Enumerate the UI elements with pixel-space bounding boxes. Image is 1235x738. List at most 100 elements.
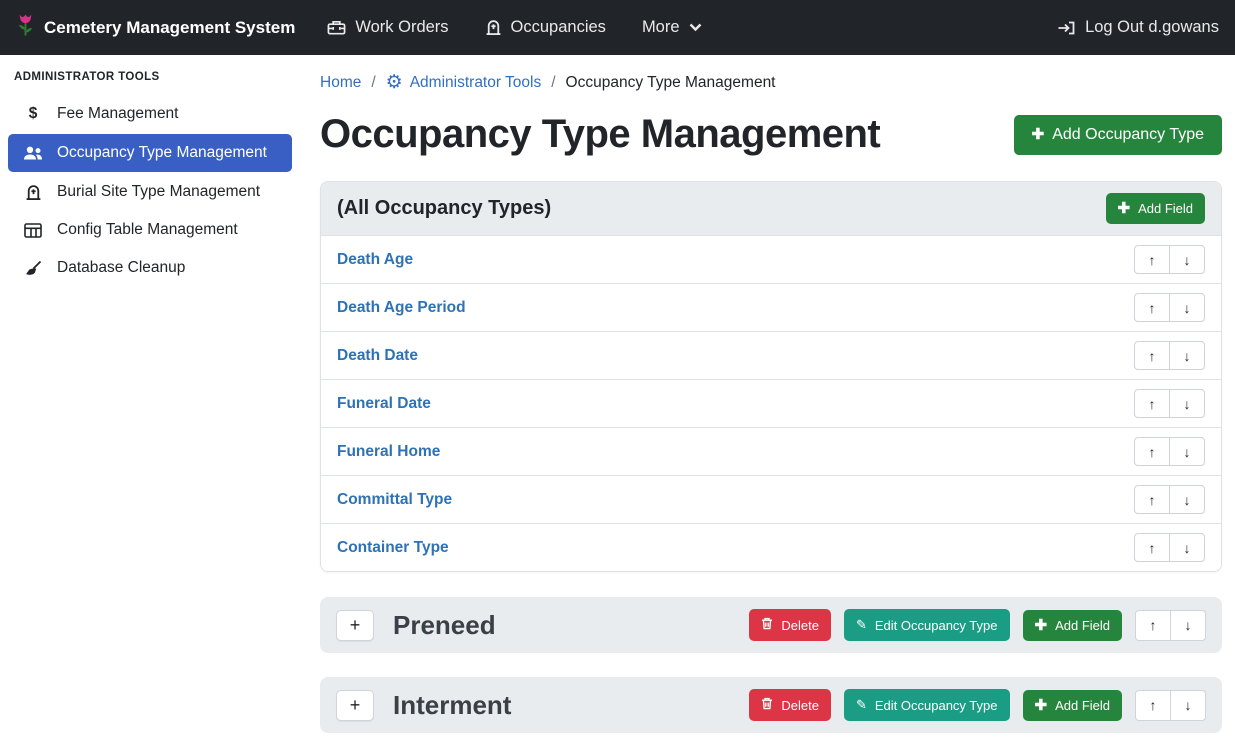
nav-more-label: More [642, 18, 680, 37]
field-link[interactable]: Funeral Date [337, 395, 431, 413]
move-down-button[interactable]: ↓ [1169, 293, 1205, 322]
section-interment: + Interment Delete ✎ Edit Occupancy Type [320, 677, 1222, 733]
reorder-group: ↑ ↓ [1134, 533, 1205, 562]
arrow-down-icon: ↓ [1184, 396, 1191, 412]
add-occupancy-type-label: Add Occupancy Type [1052, 126, 1204, 144]
trash-icon [761, 697, 773, 713]
breadcrumb: Home / ⚙ Administrator Tools / Occupancy… [320, 73, 1222, 92]
arrow-down-icon: ↓ [1184, 444, 1191, 460]
pencil-icon: ✎ [856, 617, 867, 633]
logout-label: Log Out d.gowans [1085, 18, 1219, 37]
section-title: Preneed [393, 610, 496, 641]
field-row-death-age-period: Death Age Period ↑ ↓ [321, 283, 1221, 331]
plus-icon: ✚ [1035, 618, 1048, 633]
breadcrumb-home[interactable]: Home [320, 74, 361, 92]
plus-icon: ✚ [1035, 698, 1048, 713]
reorder-group: ↑ ↓ [1134, 293, 1205, 322]
dollar-icon: $ [22, 105, 44, 123]
reorder-group: ↑ ↓ [1134, 245, 1205, 274]
add-field-button[interactable]: ✚ Add Field [1023, 690, 1123, 721]
edit-occupancy-type-button[interactable]: ✎ Edit Occupancy Type [844, 689, 1010, 721]
top-navbar: Cemetery Management System Work Orders [0, 0, 1235, 55]
move-up-button[interactable]: ↑ [1135, 690, 1171, 721]
page-title: Occupancy Type Management [320, 112, 880, 157]
expand-button[interactable]: + [336, 610, 374, 641]
users-icon [22, 146, 44, 160]
arrow-up-icon: ↑ [1149, 348, 1156, 364]
add-field-label: Add Field [1138, 201, 1193, 216]
arrow-down-icon: ↓ [1185, 697, 1192, 713]
move-down-button[interactable]: ↓ [1169, 245, 1205, 274]
sidebar-item-occupancy-type-management[interactable]: Occupancy Type Management [8, 134, 292, 172]
field-row-death-date: Death Date ↑ ↓ [321, 331, 1221, 379]
move-up-button[interactable]: ↑ [1134, 389, 1170, 418]
arrow-up-icon: ↑ [1149, 444, 1156, 460]
sidebar-item-label: Database Cleanup [57, 259, 185, 277]
delete-button[interactable]: Delete [749, 609, 831, 641]
delete-label: Delete [781, 618, 819, 633]
field-link[interactable]: Death Age [337, 251, 413, 269]
move-up-button[interactable]: ↑ [1134, 341, 1170, 370]
breadcrumb-separator: / [551, 74, 555, 92]
move-down-button[interactable]: ↓ [1169, 437, 1205, 466]
delete-button[interactable]: Delete [749, 689, 831, 721]
trash-icon [761, 617, 773, 633]
plus-icon: + [350, 615, 361, 636]
add-field-label: Add Field [1055, 698, 1110, 713]
move-up-button[interactable]: ↑ [1134, 293, 1170, 322]
breadcrumb-admin-tools[interactable]: ⚙ Administrator Tools [386, 73, 542, 92]
move-down-button[interactable]: ↓ [1169, 533, 1205, 562]
move-up-button[interactable]: ↑ [1134, 245, 1170, 274]
field-row-funeral-date: Funeral Date ↑ ↓ [321, 379, 1221, 427]
move-up-button[interactable]: ↑ [1134, 437, 1170, 466]
field-link[interactable]: Death Date [337, 347, 418, 365]
arrow-up-icon: ↑ [1149, 300, 1156, 316]
plus-icon: ✚ [1118, 201, 1131, 216]
logout-link[interactable]: Log Out d.gowans [1057, 18, 1219, 37]
toolbox-icon [327, 19, 346, 36]
nav-work-orders[interactable]: Work Orders [327, 18, 448, 37]
delete-label: Delete [781, 698, 819, 713]
headstone-icon [22, 184, 44, 201]
sidebar-item-database-cleanup[interactable]: Database Cleanup [0, 249, 300, 287]
move-down-button[interactable]: ↓ [1169, 389, 1205, 418]
move-down-button[interactable]: ↓ [1169, 485, 1205, 514]
arrow-up-icon: ↑ [1149, 540, 1156, 556]
edit-occupancy-type-button[interactable]: ✎ Edit Occupancy Type [844, 609, 1010, 641]
move-down-button[interactable]: ↓ [1170, 690, 1206, 721]
gear-icon: ⚙ [386, 73, 403, 92]
nav-more[interactable]: More [642, 18, 702, 37]
field-link[interactable]: Funeral Home [337, 443, 440, 461]
sidebar-item-fee-management[interactable]: $ Fee Management [0, 95, 300, 133]
breadcrumb-admin-tools-label: Administrator Tools [410, 74, 542, 92]
move-up-button[interactable]: ↑ [1134, 485, 1170, 514]
field-link[interactable]: Committal Type [337, 491, 452, 509]
arrow-up-icon: ↑ [1149, 396, 1156, 412]
add-field-button[interactable]: ✚ Add Field [1023, 610, 1123, 641]
reorder-group: ↑ ↓ [1134, 389, 1205, 418]
arrow-down-icon: ↓ [1184, 300, 1191, 316]
app-brand[interactable]: Cemetery Management System [16, 12, 295, 43]
nav-work-orders-label: Work Orders [355, 18, 448, 37]
move-down-button[interactable]: ↓ [1169, 341, 1205, 370]
sidebar-heading: Administrator Tools [0, 65, 300, 95]
add-field-button[interactable]: ✚ Add Field [1106, 193, 1206, 224]
reorder-group: ↑ ↓ [1134, 437, 1205, 466]
nav-occupancies[interactable]: Occupancies [485, 18, 606, 37]
move-up-button[interactable]: ↑ [1135, 610, 1171, 641]
sidebar-item-config-table-management[interactable]: Config Table Management [0, 211, 300, 249]
table-icon [22, 223, 44, 238]
sidebar-item-burial-site-type-management[interactable]: Burial Site Type Management [0, 173, 300, 211]
sidebar-item-label: Occupancy Type Management [57, 144, 267, 162]
add-occupancy-type-button[interactable]: ✚ Add Occupancy Type [1014, 115, 1222, 155]
field-link[interactable]: Container Type [337, 539, 449, 557]
field-link[interactable]: Death Age Period [337, 299, 466, 317]
arrow-up-icon: ↑ [1150, 697, 1157, 713]
move-up-button[interactable]: ↑ [1134, 533, 1170, 562]
move-down-button[interactable]: ↓ [1170, 610, 1206, 641]
expand-button[interactable]: + [336, 690, 374, 721]
reorder-group: ↑ ↓ [1134, 485, 1205, 514]
all-occupancy-types-title: (All Occupancy Types) [337, 197, 551, 220]
chevron-down-icon [689, 23, 702, 32]
all-occupancy-types-header: (All Occupancy Types) ✚ Add Field [321, 182, 1221, 235]
